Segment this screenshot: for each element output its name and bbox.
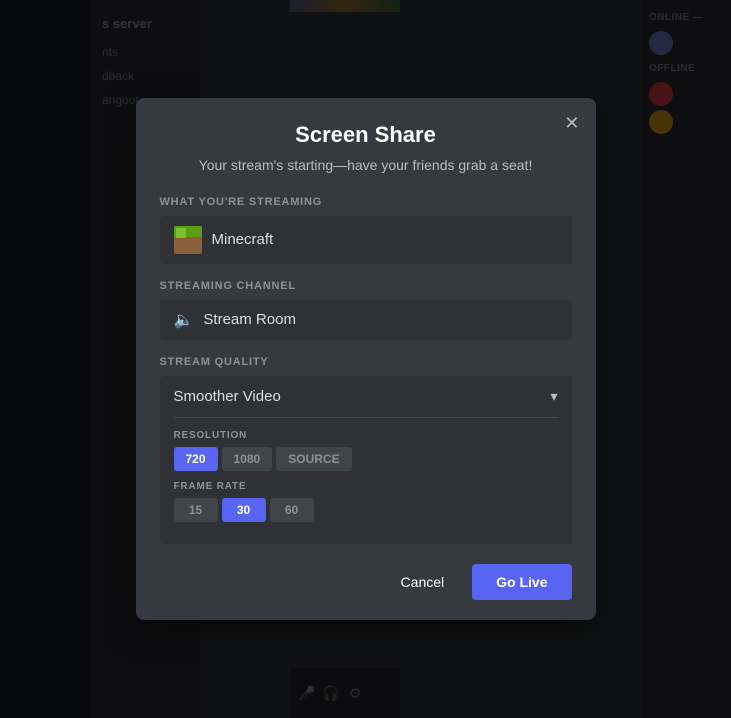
framerate-btn-group: 15 30 60 [174,498,558,522]
framerate-label: FRAME RATE [174,481,558,492]
resolution-row: RESOLUTION 720 1080 SOURCE [174,430,558,471]
modal-footer: Cancel Go Live [160,564,572,600]
quality-dropdown[interactable]: Smoother Video ▾ [160,376,572,417]
resolution-1080-button[interactable]: 1080 [222,447,273,471]
minecraft-icon [174,226,202,254]
modal-overlay: ✕ Screen Share Your stream's starting—ha… [0,0,731,718]
screen-share-modal: ✕ Screen Share Your stream's starting—ha… [136,98,596,620]
framerate-60-button[interactable]: 60 [270,498,314,522]
resolution-720-button[interactable]: 720 [174,447,218,471]
quality-details: RESOLUTION 720 1080 SOURCE FRAME RATE 15… [160,418,572,544]
modal-subtitle: Your stream's starting—have your friends… [160,156,572,176]
modal-title: Screen Share [160,122,572,148]
go-live-button[interactable]: Go Live [472,564,571,600]
resolution-btn-group: 720 1080 SOURCE [174,447,558,471]
framerate-30-button[interactable]: 30 [222,498,266,522]
speaker-icon: 🔈 [174,310,194,330]
quality-section-label: STREAM QUALITY [160,356,572,368]
close-button[interactable]: ✕ [560,110,583,136]
resolution-source-button[interactable]: SOURCE [276,447,351,471]
streaming-channel-box: 🔈 Stream Room [160,300,572,340]
channel-section-label: STREAMING CHANNEL [160,280,572,292]
minecraft-icon-graphic [174,226,202,254]
quality-box: Smoother Video ▾ RESOLUTION 720 1080 SOU… [160,376,572,544]
resolution-label: RESOLUTION [174,430,558,441]
framerate-row: FRAME RATE 15 30 60 [174,481,558,522]
channel-name: Stream Room [203,311,296,328]
streaming-app-name: Minecraft [212,231,274,248]
framerate-15-button[interactable]: 15 [174,498,218,522]
cancel-button[interactable]: Cancel [385,566,461,598]
streaming-app-box: Minecraft [160,216,572,264]
quality-dropdown-text: Smoother Video [174,388,281,405]
streaming-section-label: WHAT YOU'RE STREAMING [160,196,572,208]
chevron-down-icon: ▾ [550,388,557,405]
